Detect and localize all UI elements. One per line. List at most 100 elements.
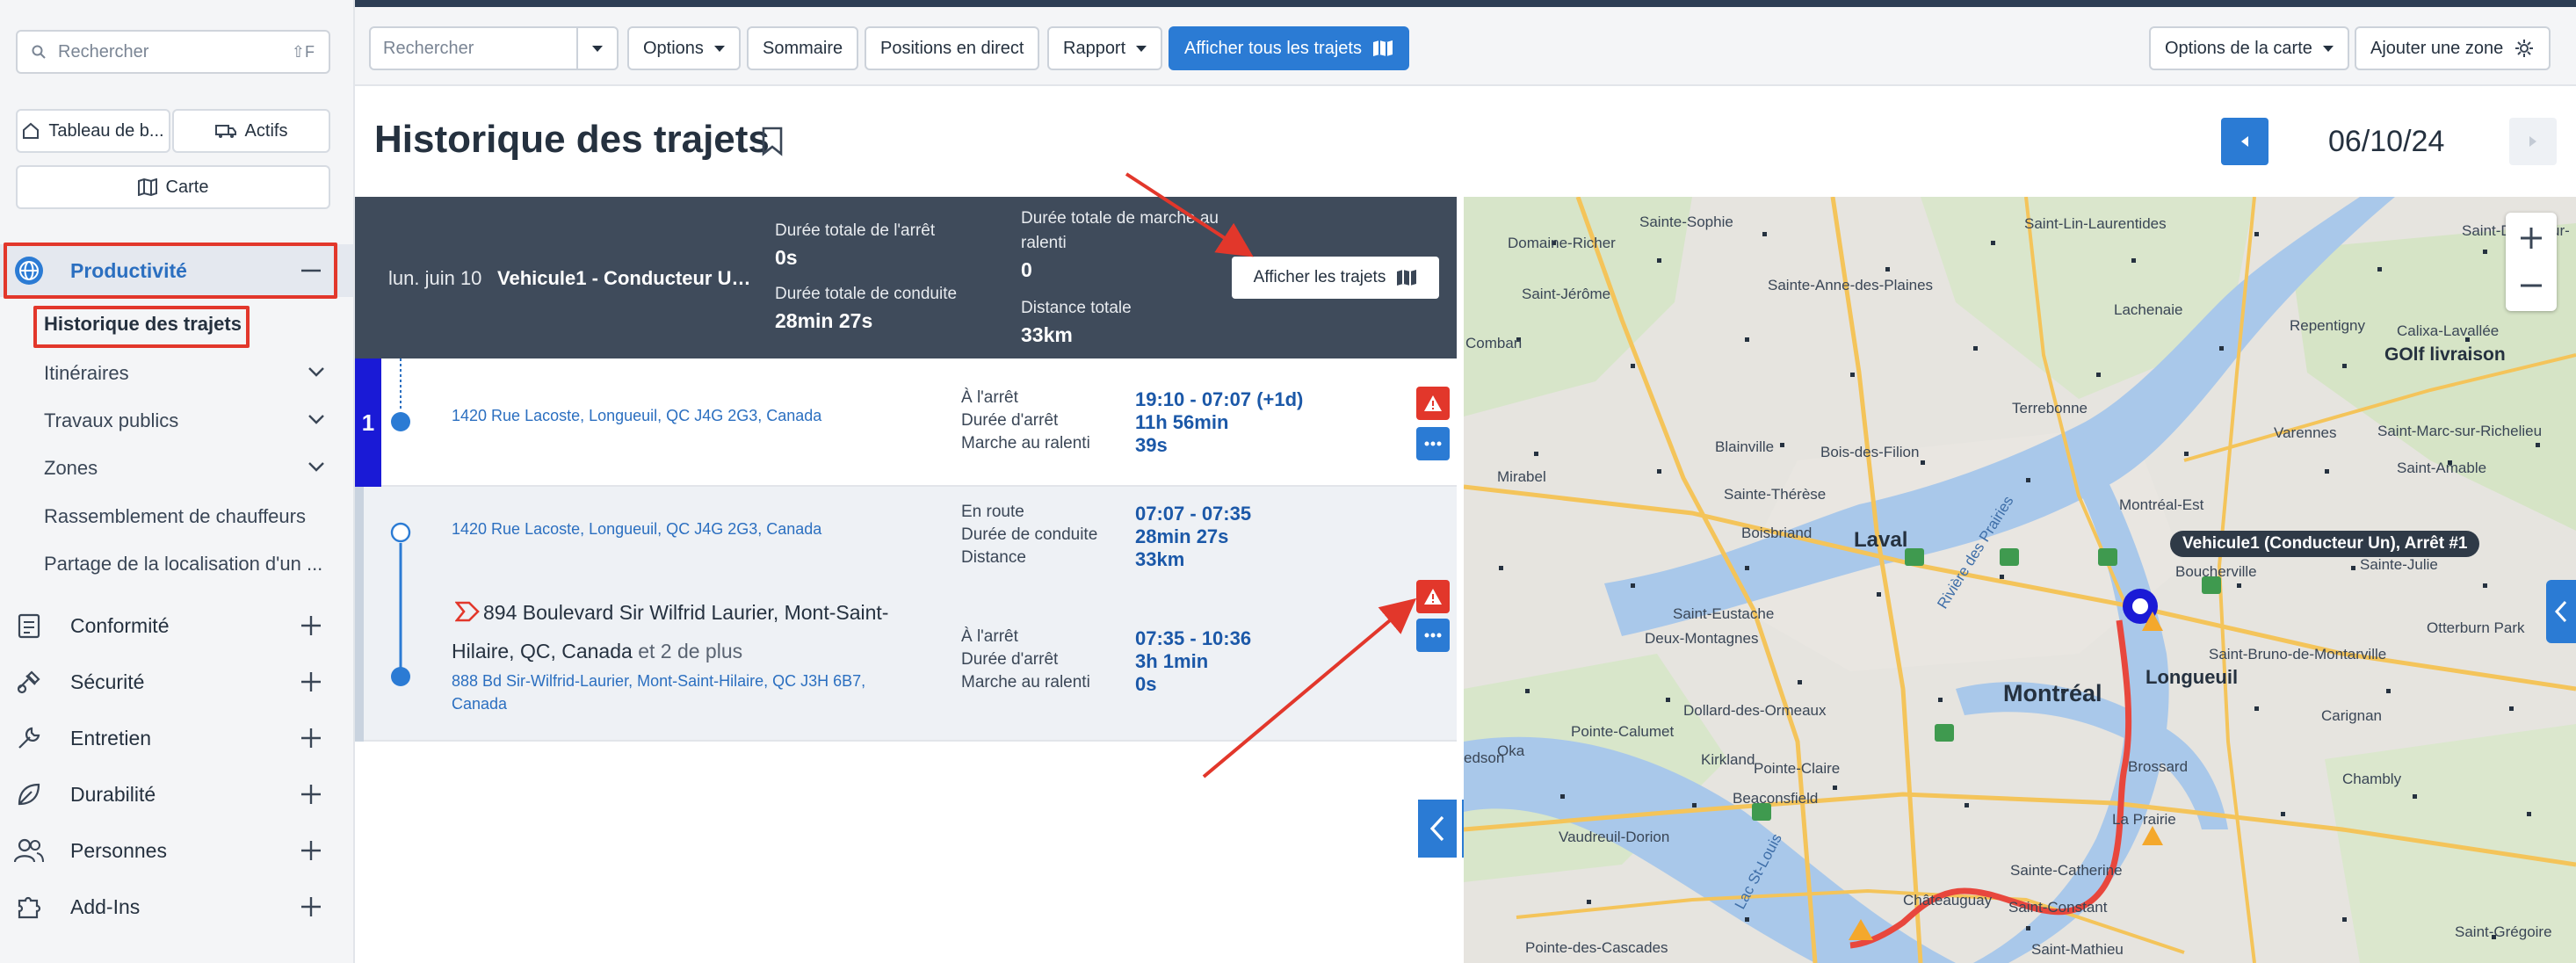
map-label-calixa: Calixa-Lavallée [2397, 322, 2499, 339]
exception-button[interactable] [1416, 387, 1450, 420]
zoom-in-icon[interactable] [2518, 225, 2544, 251]
toolbar-search-input[interactable]: Rechercher [369, 26, 619, 70]
zone-name-line2-text: Hilaire, QC, Canada [452, 640, 633, 663]
map-label-brossard: Brossard [2128, 758, 2188, 775]
warning-icon [1424, 395, 1442, 411]
map-label-saint-bruno: Saint-Bruno-de-Montarville [2209, 646, 2386, 663]
total-distance-value: 33km [1021, 323, 1073, 346]
more-icon [1424, 441, 1442, 446]
sub-item-public-works-label: Travaux publics [44, 409, 179, 431]
add-zone-label: Ajouter une zone [2370, 38, 2504, 58]
quick-link-dashboard[interactable]: Tableau de b... [16, 109, 170, 153]
sub-item-zones[interactable]: Zones [44, 457, 324, 480]
nav-section-add-ins[interactable]: Add-Ins [0, 880, 353, 933]
page-title: Historique des trajets [374, 118, 770, 161]
stop2-status-label: À l'arrêt [961, 627, 1018, 646]
live-positions-button[interactable]: Positions en direct [865, 26, 1040, 70]
search-shortcut-hint: ⇧F [291, 42, 315, 61]
timeline-segment [391, 358, 410, 431]
drive-distance-label: Distance [961, 548, 1026, 567]
show-all-trips-button[interactable]: Afficher tous les trajets [1169, 26, 1409, 70]
report-dropdown[interactable]: Rapport [1047, 26, 1163, 70]
selected-date[interactable]: 06/10/24 [2328, 125, 2444, 159]
zone-gear-icon [2515, 40, 2534, 57]
add-zone-button[interactable]: Ajouter une zone [2355, 26, 2551, 70]
map-label-deux-montagnes: Deux-Montagnes [1645, 630, 1758, 647]
start-address-link[interactable]: 1420 Rue Lacoste, Longueuil, QC J4G 2G3,… [452, 520, 821, 539]
sidebar-search-input[interactable]: Rechercher ⇧F [16, 30, 330, 74]
map-label-montreal-est: Montréal-Est [2119, 496, 2204, 513]
chevron-left-icon [2554, 600, 2567, 623]
nav-section-maintenance[interactable]: Entretien [0, 712, 353, 764]
zoom-out-icon[interactable] [2518, 272, 2544, 299]
map-label-golf-livraison: GOlf livraison [2384, 344, 2506, 365]
exception-button[interactable] [1416, 580, 1450, 613]
vehicle-tooltip: Vehicule1 (Conducteur Un), Arrêt #1 [2170, 531, 2480, 557]
quick-link-assets[interactable]: Actifs [172, 109, 330, 153]
stop-status-label: À l'arrêt [961, 388, 1018, 407]
map-label-laval: Laval [1854, 528, 1907, 552]
caret-left-icon [2241, 136, 2248, 147]
quick-link-map[interactable]: Carte [16, 165, 330, 209]
sub-item-routes[interactable]: Itinéraires [44, 362, 324, 385]
quick-link-dashboard-label: Tableau de b... [48, 120, 164, 141]
map-options-dropdown[interactable]: Options de la carte [2149, 26, 2349, 70]
nav-section-safety-label: Sécurité [70, 670, 145, 693]
trip-row-stop-1[interactable]: 1 1420 Rue Lacoste, Longueuil, QC J4G 2G… [355, 358, 1457, 487]
more-options-button[interactable] [1416, 619, 1450, 652]
end-address-link-cont[interactable]: Canada [452, 695, 507, 713]
stop-time-range: 19:10 - 07:07 (+1d) [1135, 388, 1304, 410]
expand-icon[interactable] [299, 782, 323, 807]
map-label-comban: Comban [1465, 335, 1522, 351]
nav-section-people[interactable]: Personnes [0, 824, 353, 877]
end-address-link[interactable]: 888 Bd Sir-Wilfrid-Laurier, Mont-Saint-H… [452, 672, 865, 691]
trip-row-drive-1[interactable]: 1420 Rue Lacoste, Longueuil, QC J4G 2G3,… [355, 487, 1457, 742]
stop2-duration-label: Durée d'arrêt [961, 650, 1059, 669]
map-label-pointe-des-cascades: Pointe-des-Cascades [1525, 939, 1668, 956]
expand-icon[interactable] [299, 726, 323, 750]
zone-more-count[interactable]: et 2 de plus [633, 640, 742, 663]
summary-button[interactable]: Sommaire [747, 26, 859, 70]
stop-duration-value: 11h 56min [1135, 411, 1229, 433]
sub-item-driver-clustering[interactable]: Rassemblement de chauffeurs [44, 505, 306, 528]
stop2-idle-value: 0s [1135, 673, 1157, 695]
expand-icon[interactable] [299, 670, 323, 694]
bookmark-icon[interactable] [761, 127, 784, 156]
total-drive-label: Durée totale de conduite [775, 285, 958, 303]
row-accent-strip [355, 487, 364, 742]
total-drive-value: 28min 27s [775, 309, 873, 332]
stop-address-link[interactable]: 1420 Rue Lacoste, Longueuil, QC J4G 2G3,… [452, 407, 821, 425]
map-label-sainte-sophie: Sainte-Sophie [1639, 214, 1733, 230]
toolbar-search-placeholder: Rechercher [383, 38, 474, 58]
date-prev-button[interactable] [2221, 118, 2268, 165]
stop-idle-label: Marche au ralenti [961, 434, 1090, 453]
sidebar-search-placeholder: Rechercher [58, 41, 149, 62]
safety-icon [14, 667, 44, 697]
nav-section-sustainability[interactable]: Durabilité [0, 768, 353, 821]
date-next-button[interactable] [2509, 118, 2557, 165]
map-panel-toggle[interactable] [2546, 580, 2576, 643]
drive-duration-value: 28min 27s [1135, 525, 1229, 547]
expand-icon[interactable] [299, 838, 323, 863]
sub-item-location-sharing[interactable]: Partage de la localisation d'un ... [44, 553, 325, 576]
map-icon [137, 178, 157, 196]
caret-down-icon [713, 45, 725, 52]
options-dropdown[interactable]: Options [627, 26, 741, 70]
pager-prev-button[interactable] [1418, 800, 1457, 858]
toolbar-search-dropdown[interactable] [576, 28, 617, 69]
map-view[interactable]: Sainte-Sophie Domaine-Richer Saint-Jérôm… [1464, 197, 2576, 963]
map-label-saint-constant: Saint-Constant [2008, 899, 2108, 916]
total-distance-label: Distance totale [1021, 299, 1132, 317]
nav-section-compliance[interactable]: Conformité [0, 599, 353, 652]
quick-link-assets-label: Actifs [244, 120, 288, 141]
show-trips-button[interactable]: Afficher les trajets [1232, 257, 1439, 299]
map-label-sainte-catherine: Sainte-Catherine [2010, 862, 2123, 879]
nav-section-safety[interactable]: Sécurité [0, 655, 353, 708]
map-label-saint-jerome: Saint-Jérôme [1522, 286, 1610, 302]
expand-icon[interactable] [299, 613, 323, 638]
map-label-pointe-calumet: Pointe-Calumet [1571, 723, 1674, 740]
sub-item-public-works[interactable]: Travaux publics [44, 409, 324, 432]
more-options-button[interactable] [1416, 427, 1450, 460]
expand-icon[interactable] [299, 894, 323, 919]
search-icon [32, 45, 46, 59]
